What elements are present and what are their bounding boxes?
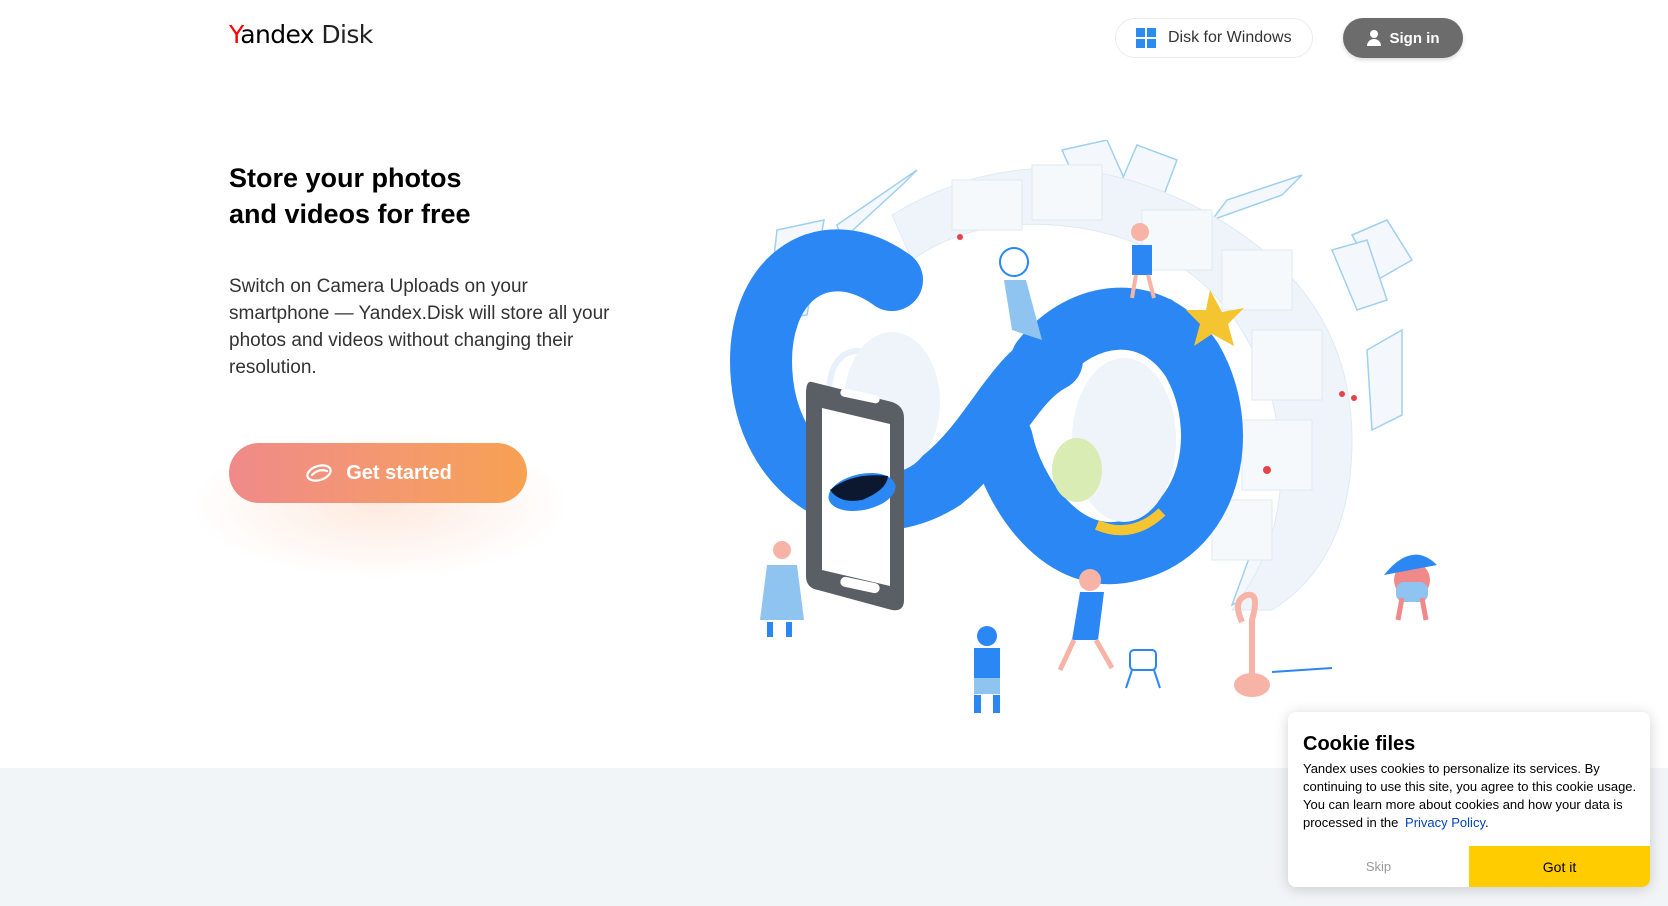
person-right: [1384, 554, 1437, 621]
smartphone: [806, 381, 904, 611]
infinity-storage-illustration: [730, 140, 1437, 713]
disk-for-windows-label: Disk for Windows: [1168, 29, 1292, 46]
hero-title-line1: Store your photos: [229, 163, 462, 193]
windows-logo-icon: [1136, 28, 1156, 48]
hero-title: Store your photos and videos for free: [229, 160, 649, 232]
disk-logo-icon: [306, 464, 332, 482]
yandex-disk-logo[interactable]: Yandex Disk: [229, 20, 373, 49]
user-icon: [1366, 30, 1381, 46]
robot: [1125, 649, 1161, 689]
get-started-button[interactable]: Get started: [229, 443, 527, 503]
person-astronaut: [999, 247, 1042, 340]
logo-product: Disk: [321, 20, 373, 49]
header: Yandex Disk Disk for Windows Sign in: [0, 0, 1668, 80]
cookie-text-suffix: .: [1484, 815, 1489, 830]
privacy-policy-link[interactable]: Privacy Policy: [1405, 815, 1485, 830]
person-dancer: [1057, 569, 1115, 672]
cookie-accept-button[interactable]: Got it: [1469, 846, 1650, 887]
hero-title-line2: and videos for free: [229, 199, 471, 229]
cookie-text: Yandex uses cookies to personalize its s…: [1303, 760, 1638, 832]
get-started-label: Get started: [346, 461, 452, 484]
sign-in-label: Sign in: [1389, 29, 1440, 47]
hero-description: Switch on Camera Uploads on your smartph…: [229, 276, 610, 378]
disk-for-windows-button[interactable]: Disk for Windows: [1115, 18, 1313, 58]
person-bottom-left: [974, 626, 1000, 713]
logo-brand-rest: andex: [240, 20, 315, 49]
logo-brand-initial: Y: [229, 20, 241, 49]
sign-in-button[interactable]: Sign in: [1343, 18, 1463, 58]
person-selfie: [760, 541, 804, 637]
cookie-skip-button[interactable]: Skip: [1288, 846, 1469, 887]
cookie-title: Cookie files: [1303, 733, 1416, 755]
cookie-dialog: Cookie files Yandex uses cookies to pers…: [1288, 712, 1650, 887]
